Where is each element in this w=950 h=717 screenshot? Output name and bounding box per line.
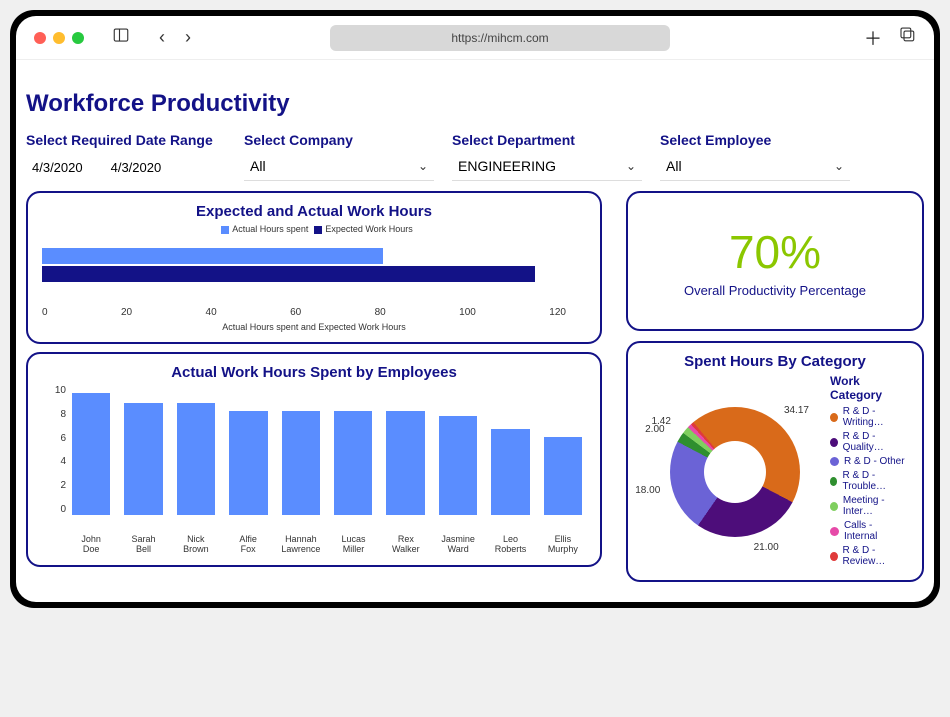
sidebar-toggle-icon[interactable]: [112, 26, 130, 49]
vbar-alfie-fox: [229, 411, 267, 515]
url-bar[interactable]: https://mihcm.com: [330, 25, 670, 51]
vbar-rex-walker: [386, 411, 424, 515]
vbar-nick-brown: [177, 403, 215, 515]
department-value: ENGINEERING: [458, 158, 556, 174]
x-category-label: EllisMurphy: [544, 535, 582, 555]
vbar-chart: 1086420 JohnDoeSarahBellNickBrownAlfieFo…: [42, 385, 586, 555]
employee-select[interactable]: All ⌄: [660, 154, 850, 181]
card-kpi: 70% Overall Productivity Percentage: [626, 191, 924, 331]
nav-back-icon[interactable]: ‹: [150, 27, 174, 48]
maximize-window-icon[interactable]: [72, 32, 84, 44]
donut-legend: Work Category R & D - Writing… R & D - Qu…: [830, 374, 908, 570]
legend-item: R & D - Quality…: [830, 431, 908, 453]
legend-title: Work Category: [830, 374, 908, 402]
filter-bar: Select Required Date Range 4/3/2020 4/3/…: [26, 132, 924, 181]
chart-title: Expected and Actual Work Hours: [42, 203, 586, 220]
employee-value: All: [666, 158, 682, 174]
kpi-label: Overall Productivity Percentage: [684, 283, 866, 298]
close-window-icon[interactable]: [34, 32, 46, 44]
chart-title: Spent Hours By Category: [642, 353, 908, 370]
x-category-label: HannahLawrence: [281, 535, 320, 555]
department-select[interactable]: ENGINEERING ⌄: [452, 154, 642, 181]
legend-item: Calls - Internal: [830, 520, 908, 542]
x-axis-label: Actual Hours spent and Expected Work Hou…: [42, 322, 586, 332]
date-end-input[interactable]: 4/3/2020: [111, 160, 162, 175]
company-value: All: [250, 158, 266, 174]
tabs-overview-icon[interactable]: [898, 25, 916, 51]
donut-value-label: 1.42: [651, 416, 670, 427]
filter-label-date-range: Select Required Date Range: [26, 132, 226, 148]
chevron-down-icon: ⌄: [834, 159, 844, 173]
donut-value-label: 34.17: [784, 405, 809, 416]
x-category-label: JohnDoe: [72, 535, 110, 555]
page-title: Workforce Productivity: [26, 90, 924, 118]
x-category-label: LeoRoberts: [491, 535, 529, 555]
filter-label-employee: Select Employee: [660, 132, 850, 148]
hbar-expected-work-hours: [42, 266, 535, 282]
legend-item: R & D - Review…: [830, 545, 908, 567]
donut-chart: 34.1721.0018.002.001.42: [642, 382, 822, 562]
filter-label-department: Select Department: [452, 132, 642, 148]
filter-label-company: Select Company: [244, 132, 434, 148]
minimize-window-icon[interactable]: [53, 32, 65, 44]
new-tab-icon[interactable]: ＋: [864, 25, 882, 51]
company-select[interactable]: All ⌄: [244, 154, 434, 181]
nav-forward-icon[interactable]: ›: [176, 27, 200, 48]
vbar-ellis-murphy: [544, 437, 582, 515]
donut-value-label: 18.00: [635, 485, 660, 496]
chart-legend: Actual Hours spentExpected Work Hours: [42, 224, 586, 234]
url-text: https://mihcm.com: [451, 31, 548, 45]
hbar-actual-hours-spent: [42, 248, 383, 264]
card-by-category: Spent Hours By Category 34.1721.0018.002…: [626, 341, 924, 582]
vbar-john-doe: [72, 393, 110, 515]
vbar-leo-roberts: [491, 429, 529, 515]
vbar-sarah-bell: [124, 403, 162, 515]
window-controls: [34, 32, 84, 44]
x-category-label: NickBrown: [177, 535, 215, 555]
legend-item: R & D - Other: [830, 456, 908, 467]
legend-item: R & D - Writing…: [830, 406, 908, 428]
x-category-label: AlfieFox: [229, 535, 267, 555]
legend-item: Meeting - Inter…: [830, 495, 908, 517]
date-start-input[interactable]: 4/3/2020: [32, 160, 83, 175]
x-category-label: SarahBell: [124, 535, 162, 555]
legend-item: R & D - Trouble…: [830, 470, 908, 492]
hbar-chart: 020406080100120 Actual Hours spent and E…: [42, 242, 586, 332]
chart-title: Actual Work Hours Spent by Employees: [42, 364, 586, 381]
vbar-hannah-lawrence: [282, 411, 320, 515]
card-expected-actual: Expected and Actual Work Hours Actual Ho…: [26, 191, 602, 344]
x-category-label: JasmineWard: [439, 535, 477, 555]
chevron-down-icon: ⌄: [626, 159, 636, 173]
vbar-jasmine-ward: [439, 416, 477, 515]
donut-value-label: 21.00: [754, 542, 779, 553]
card-by-employee: Actual Work Hours Spent by Employees 108…: [26, 352, 602, 567]
x-category-label: LucasMiller: [334, 535, 372, 555]
vbar-lucas-miller: [334, 411, 372, 515]
x-category-label: RexWalker: [387, 535, 425, 555]
browser-bar: ‹ › https://mihcm.com ＋: [16, 16, 934, 60]
chevron-down-icon: ⌄: [418, 159, 428, 173]
kpi-value: 70%: [729, 225, 821, 279]
